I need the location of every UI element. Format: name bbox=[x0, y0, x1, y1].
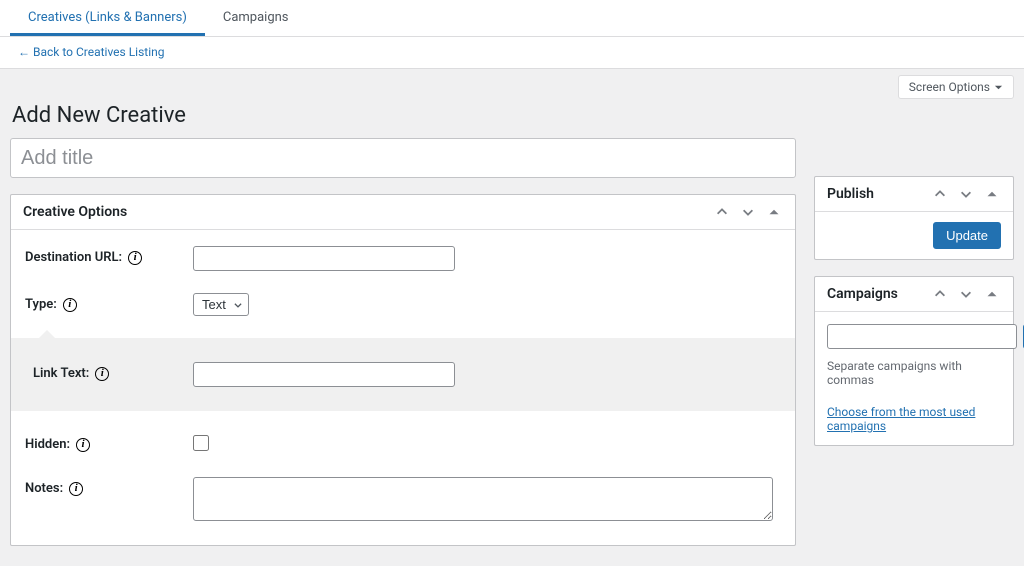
campaigns-box: Campaigns Add Se bbox=[814, 276, 1014, 446]
update-button[interactable]: Update bbox=[933, 222, 1001, 249]
toggle-icon[interactable] bbox=[983, 285, 1001, 303]
publish-heading: Publish bbox=[827, 186, 874, 202]
tab-creatives[interactable]: Creatives (Links & Banners) bbox=[10, 0, 205, 36]
hidden-label: Hidden: bbox=[25, 437, 70, 452]
info-icon[interactable]: i bbox=[76, 438, 90, 452]
info-icon[interactable]: i bbox=[63, 298, 77, 312]
page-title: Add New Creative bbox=[0, 99, 1024, 138]
screen-options-button[interactable]: Screen Options bbox=[898, 75, 1014, 99]
tabs-bar: Creatives (Links & Banners) Campaigns bbox=[0, 0, 1024, 37]
move-up-icon[interactable] bbox=[931, 285, 949, 303]
tab-campaigns[interactable]: Campaigns bbox=[205, 0, 307, 36]
move-down-icon[interactable] bbox=[957, 185, 975, 203]
creative-options-heading: Creative Options bbox=[23, 204, 127, 220]
back-to-listing-link[interactable]: ← Back to Creatives Listing bbox=[18, 45, 165, 59]
title-input[interactable] bbox=[10, 138, 796, 178]
link-text-label: Link Text: bbox=[33, 366, 89, 381]
link-text-panel: Link Text: i bbox=[11, 338, 795, 411]
move-down-icon[interactable] bbox=[957, 285, 975, 303]
screen-options-row: Screen Options bbox=[0, 69, 1024, 99]
campaigns-input[interactable] bbox=[827, 324, 1017, 349]
caret-down-icon bbox=[994, 83, 1003, 92]
screen-options-label: Screen Options bbox=[909, 80, 990, 94]
toggle-icon[interactable] bbox=[765, 203, 783, 221]
link-text-input[interactable] bbox=[193, 362, 455, 387]
info-icon[interactable]: i bbox=[128, 251, 142, 265]
publish-box: Publish Update bbox=[814, 176, 1014, 260]
backlink-bar: ← Back to Creatives Listing bbox=[0, 37, 1024, 69]
info-icon[interactable]: i bbox=[95, 367, 109, 381]
toggle-icon[interactable] bbox=[983, 185, 1001, 203]
move-up-icon[interactable] bbox=[713, 203, 731, 221]
choose-campaigns-link[interactable]: Choose from the most used campaigns bbox=[827, 405, 1001, 433]
move-down-icon[interactable] bbox=[739, 203, 757, 221]
info-icon[interactable]: i bbox=[69, 482, 83, 496]
destination-url-label: Destination URL: bbox=[25, 250, 122, 265]
creative-options-box: Creative Options Destination bbox=[10, 194, 796, 546]
hidden-checkbox[interactable] bbox=[193, 435, 209, 451]
move-up-icon[interactable] bbox=[931, 185, 949, 203]
destination-url-input[interactable] bbox=[193, 246, 455, 271]
notes-label: Notes: bbox=[25, 481, 63, 496]
notes-textarea[interactable] bbox=[193, 477, 773, 521]
type-select[interactable]: Text bbox=[193, 293, 249, 316]
type-label: Type: bbox=[25, 297, 57, 312]
campaigns-heading: Campaigns bbox=[827, 286, 898, 302]
campaigns-help-text: Separate campaigns with commas bbox=[827, 359, 1001, 387]
